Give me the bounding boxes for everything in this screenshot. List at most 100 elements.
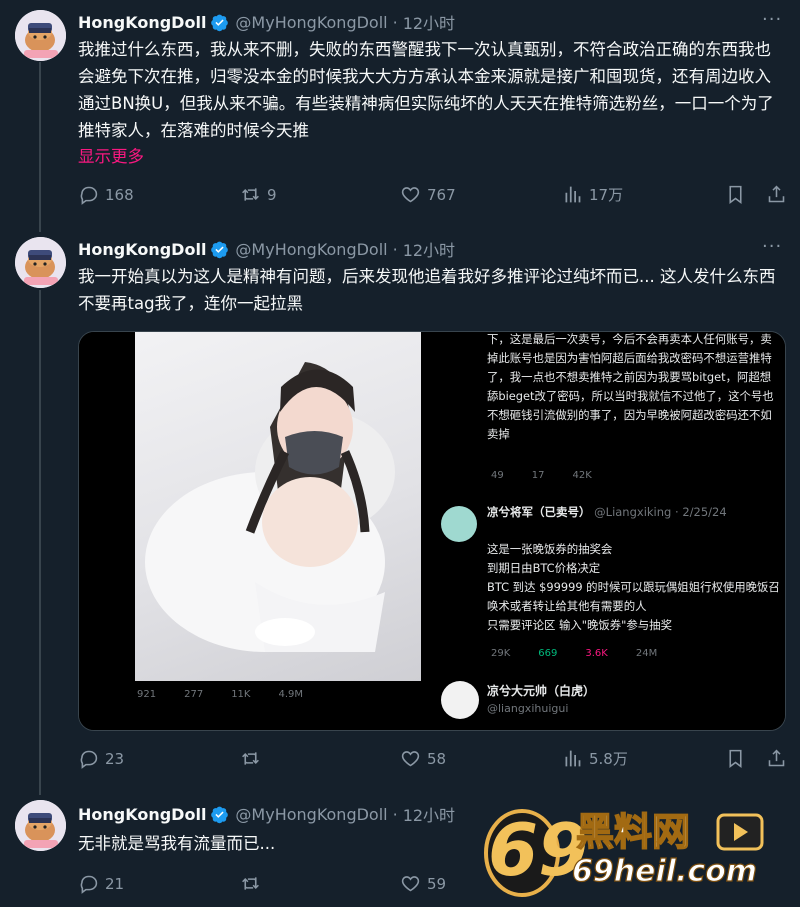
user-handle[interactable]: @MyHongKongDoll	[235, 805, 387, 824]
like-button[interactable]: 59	[400, 873, 446, 894]
media-rt-replies: 49	[491, 470, 504, 481]
verified-badge-icon	[211, 806, 229, 823]
retweet-icon	[242, 877, 259, 890]
verified-badge-icon	[211, 14, 229, 31]
like-count: 767	[427, 185, 456, 204]
reply-count: 21	[105, 874, 125, 893]
bookmark-button[interactable]	[725, 748, 752, 769]
avatar[interactable]	[15, 800, 66, 851]
quoted-likes: 3.6K	[585, 648, 608, 659]
share-icon	[768, 185, 785, 203]
media-left-panel: 921 277 11K 4.9M	[79, 332, 427, 730]
media-left-retweets: 277	[184, 689, 204, 700]
media-rt-retweets: 17	[531, 470, 545, 481]
retweet-count: 9	[267, 185, 277, 204]
reply-count: 168	[105, 185, 134, 204]
retweet-button[interactable]	[240, 873, 267, 894]
thread-line	[39, 290, 41, 795]
share-icon	[768, 749, 785, 767]
like-button[interactable]: 767	[400, 184, 456, 205]
tweet-actions: 23 58 5.8万	[78, 748, 788, 772]
share-button[interactable]	[766, 748, 793, 769]
media-right-quoted-panel: 凉兮将军（已卖号） @Liangxiking · 2/25/24 这是一张晚饭券…	[431, 498, 785, 672]
tweet-text: 我一开始真以为这人是精神有问题，后来发现他追着我好多推评论过纯坏而已... 这人…	[78, 267, 776, 313]
tweet-1[interactable]: HongKongDoll @MyHongKongDoll · 12小时 ··· …	[0, 0, 800, 232]
display-name[interactable]: HongKongDoll	[78, 805, 206, 824]
quoted-handle: @Liangxiking	[594, 505, 672, 519]
quoted-date: 2/25/24	[682, 505, 727, 519]
view-count: 17万	[589, 186, 624, 204]
tweet-header: HongKongDoll @MyHongKongDoll · 12小时	[78, 802, 455, 826]
more-options-icon[interactable]: ···	[762, 238, 782, 260]
tweet-media[interactable]: 921 277 11K 4.9M 下，这是最后一次卖号，今后不会再卖本人任何账号…	[78, 331, 786, 731]
heart-icon	[401, 751, 420, 767]
separator: ·	[392, 12, 398, 32]
quoted-text: 这是一张晚饭券的抽奖会 到期日由BTC价格决定 BTC 到达 $99999 的时…	[487, 542, 780, 632]
media-rt-views: 42K	[572, 470, 592, 481]
display-name[interactable]: HongKongDoll	[78, 240, 206, 259]
quoted-avatar	[441, 506, 477, 542]
timestamp[interactable]: 12小时	[403, 237, 455, 261]
bookmark-icon	[729, 185, 742, 204]
tweet-text: 我推过什么东西，我从来不删，失败的东西警醒我下一次认真甄别，不符合政治正确的东西…	[78, 40, 774, 140]
svg-text:69heil.com: 69heil.com	[572, 854, 757, 889]
avatar[interactable]	[15, 237, 66, 288]
bookmark-icon	[729, 749, 742, 768]
media-photo[interactable]	[135, 332, 421, 681]
watermark-logo: 69 黑料网 69heil.com	[482, 793, 798, 905]
quoted-views: 24M	[635, 648, 658, 659]
views-icon	[565, 186, 581, 203]
bookmark-button[interactable]	[725, 184, 752, 205]
media-right-author-panel: 凉兮大元帅（白虎） @liangxihuigui	[431, 676, 785, 730]
heart-icon	[401, 187, 420, 203]
author-handle: @liangxihuigui	[487, 702, 569, 715]
media-right-top-panel: 下，这是最后一次卖号，今后不会再卖本人任何账号，卖掉此账号也是因为害怕阿超后面给…	[431, 332, 785, 492]
views-button[interactable]: 17万	[562, 184, 623, 205]
reply-button[interactable]: 23	[78, 748, 124, 769]
author-name: 凉兮大元帅（白虎）	[487, 684, 596, 698]
media-left-views: 4.9M	[278, 689, 304, 700]
share-button[interactable]	[766, 184, 793, 205]
svg-text:黑料网: 黑料网	[576, 810, 690, 854]
quoted-stats: 29K 669 3.6K 24M	[491, 648, 685, 659]
user-handle[interactable]: @MyHongKongDoll	[235, 13, 387, 32]
user-handle[interactable]: @MyHongKongDoll	[235, 240, 387, 259]
retweet-button[interactable]: 9	[240, 184, 277, 205]
tweet-header: HongKongDoll @MyHongKongDoll · 12小时	[78, 237, 455, 261]
media-right-top-stats: 49 17 42K	[491, 470, 620, 481]
like-button[interactable]: 58	[400, 748, 446, 769]
avatar[interactable]	[15, 10, 66, 61]
verified-badge-icon	[211, 241, 229, 258]
reply-icon	[80, 750, 98, 769]
timestamp[interactable]: 12小时	[403, 802, 455, 826]
media-left-replies: 921	[137, 689, 157, 700]
retweet-icon	[242, 752, 259, 765]
show-more-link[interactable]: 显示更多	[78, 143, 144, 167]
heart-icon	[401, 876, 420, 892]
reply-button[interactable]: 21	[78, 873, 124, 894]
display-name[interactable]: HongKongDoll	[78, 13, 206, 32]
quoted-retweets: 669	[538, 648, 558, 659]
reply-icon	[80, 186, 98, 205]
tweet-header: HongKongDoll @MyHongKongDoll · 12小时	[78, 10, 455, 34]
author-avatar	[441, 681, 479, 719]
separator: ·	[392, 804, 398, 824]
reply-icon	[80, 875, 98, 894]
views-icon	[565, 750, 581, 767]
like-count: 59	[427, 874, 447, 893]
retweet-icon	[242, 188, 259, 201]
tweet-actions: 168 9 767 17万	[78, 184, 788, 208]
quoted-replies: 29K	[491, 648, 511, 659]
more-options-icon[interactable]: ···	[762, 11, 782, 33]
media-left-stats: 921 277 11K 4.9M	[137, 689, 331, 700]
quoted-name: 凉兮将军（已卖号）	[487, 505, 591, 519]
quoted-header: 凉兮将军（已卖号） @Liangxiking · 2/25/24	[487, 505, 727, 519]
views-button[interactable]: 5.8万	[562, 748, 628, 769]
like-count: 58	[427, 749, 447, 768]
media-left-likes: 11K	[231, 689, 251, 700]
timestamp[interactable]: 12小时	[403, 10, 455, 34]
reply-button[interactable]: 168	[78, 184, 134, 205]
retweet-button[interactable]	[240, 748, 267, 769]
view-count: 5.8万	[589, 750, 628, 768]
separator: ·	[392, 239, 398, 259]
